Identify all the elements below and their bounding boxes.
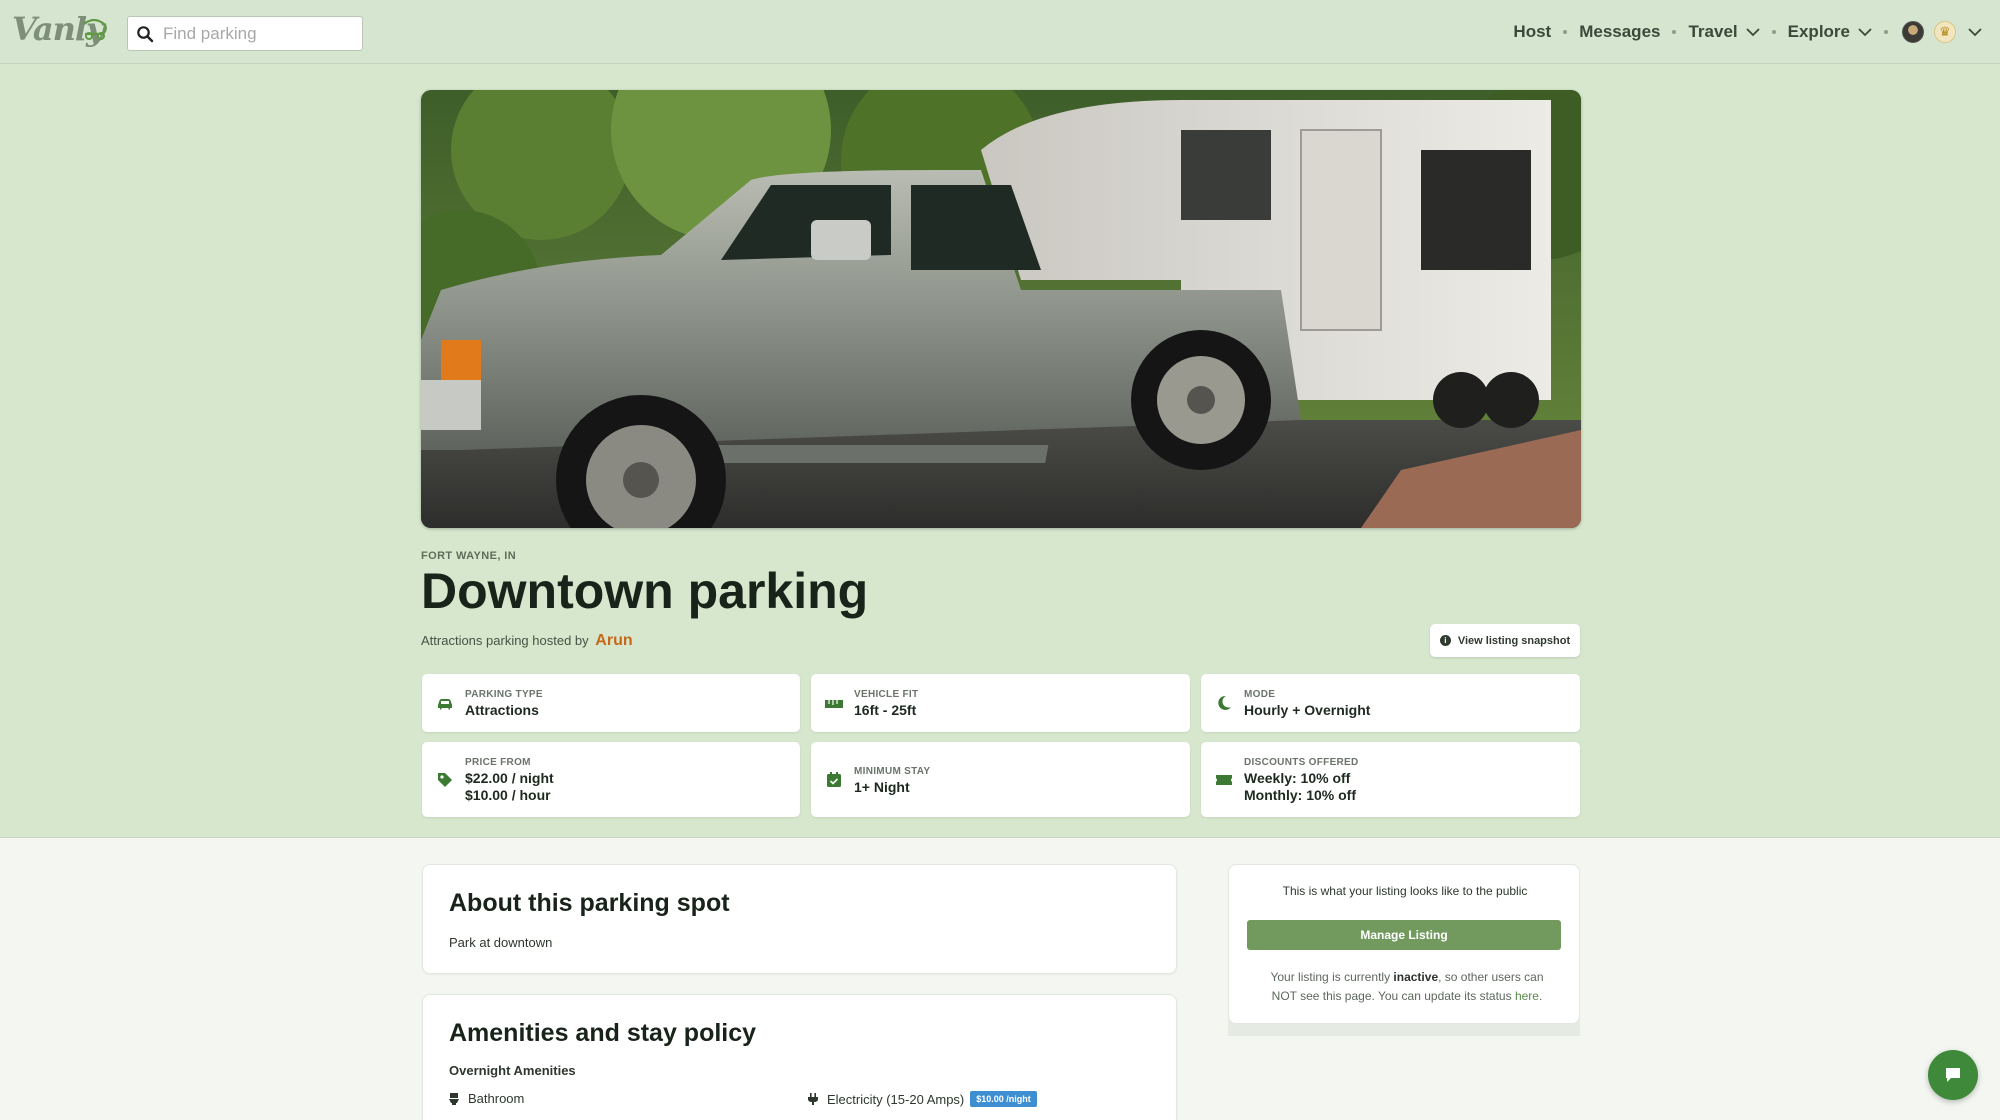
listing-hero-section: FORT WAYNE, IN Downtown parking Attracti…	[0, 64, 2000, 838]
price-card: PRICE FROM $22.00 / night $10.00 / hour	[422, 742, 800, 817]
amenity-electricity-label: Electricity (15-20 Amps)	[827, 1091, 965, 1107]
search-input[interactable]	[163, 17, 358, 50]
about-description: Park at downtown	[449, 935, 553, 950]
hosted-by-text: Attractions parking hosted by	[421, 633, 589, 648]
snapshot-button-label: View listing snapshot	[1457, 634, 1571, 647]
listing-photo[interactable]	[421, 90, 1581, 528]
nav-host[interactable]: Host	[1513, 22, 1551, 42]
mode-card: MODE Hourly + Overnight	[1201, 674, 1580, 732]
status-word: inactive	[1393, 970, 1439, 984]
price-night-value: $22.00 / night	[465, 770, 554, 786]
overnight-amenities-heading: Overnight Amenities	[449, 1063, 576, 1078]
status-end: .	[1538, 989, 1543, 1003]
minimum-stay-label: MINIMUM STAY	[854, 766, 931, 777]
nav-separator	[1563, 30, 1568, 34]
vehicle-fit-label: VEHICLE FIT	[854, 689, 919, 700]
monthly-discount-value: Monthly: 10% off	[1244, 787, 1356, 803]
listing-host-line: Attractions parking hosted by Arun	[421, 632, 633, 650]
nav-travel[interactable]: Travel	[1688, 22, 1760, 42]
minimum-stay-value: 1+ Night	[854, 779, 910, 795]
about-heading: About this parking spot	[449, 889, 730, 917]
amenities-section: Amenities and stay policy Overnight Amen…	[422, 994, 1177, 1120]
about-section: About this parking spot Park at downtown	[422, 864, 1177, 974]
host-name-link[interactable]: Arun	[595, 632, 632, 649]
main-nav: Host Messages Travel Explore ♛	[1513, 0, 1982, 64]
nav-messages[interactable]: Messages	[1579, 22, 1660, 42]
vehicle-fit-card: VEHICLE FIT 16ft - 25ft	[811, 674, 1190, 732]
chat-button[interactable]	[1928, 1050, 1978, 1100]
view-listing-snapshot-button[interactable]: i View listing snapshot	[1430, 624, 1580, 657]
listing-title: Downtown parking	[421, 563, 869, 619]
account-menu-chevron-icon[interactable]	[1968, 27, 1982, 37]
search-box	[127, 16, 363, 51]
price-hour-value: $10.00 / hour	[465, 787, 551, 803]
plug-icon	[808, 1093, 818, 1105]
crown-icon[interactable]: ♛	[1934, 21, 1956, 43]
vanly-logo[interactable]: Vanly	[12, 10, 110, 52]
chevron-down-icon	[1746, 27, 1760, 36]
status-prefix: Your listing is currently	[1270, 970, 1391, 984]
manage-listing-button[interactable]: Manage Listing	[1247, 920, 1561, 950]
nav-separator	[1771, 30, 1776, 34]
chevron-down-icon	[1858, 27, 1872, 36]
tag-icon	[438, 773, 452, 787]
discounts-card: DISCOUNTS OFFERED Weekly: 10% off Monthl…	[1201, 742, 1580, 817]
discounts-label: DISCOUNTS OFFERED	[1244, 757, 1359, 768]
top-navigation-bar: Vanly Host Messages Travel Explore ♛	[0, 0, 2000, 64]
update-status-link[interactable]: here	[1515, 989, 1539, 1003]
moon-icon	[1218, 695, 1231, 710]
nav-travel-label: Travel	[1688, 22, 1738, 41]
amenity-bathroom-label: Bathroom	[468, 1091, 525, 1106]
nav-explore[interactable]: Explore	[1788, 22, 1872, 42]
calendar-icon	[827, 772, 841, 787]
info-icon: i	[1439, 635, 1451, 646]
svg-text:Vanly: Vanly	[12, 10, 107, 48]
listing-status-message: Your listing is currently inactive, so o…	[1257, 968, 1557, 1006]
car-icon	[438, 699, 452, 710]
toilet-icon	[449, 1092, 459, 1105]
parking-type-card: PARKING TYPE Attractions	[422, 674, 800, 732]
listing-location: FORT WAYNE, IN	[421, 550, 517, 562]
nav-separator	[1672, 30, 1677, 34]
amenities-heading: Amenities and stay policy	[449, 1019, 757, 1047]
public-preview-note: This is what your listing looks like to …	[1282, 884, 1528, 898]
user-avatar[interactable]	[1902, 21, 1924, 43]
weekly-discount-value: Weekly: 10% off	[1244, 770, 1351, 786]
amenity-bathroom: Bathroom	[449, 1091, 524, 1106]
price-label: PRICE FROM	[465, 757, 531, 768]
minimum-stay-card: MINIMUM STAY 1+ Night	[811, 742, 1190, 817]
mode-label: MODE	[1244, 689, 1276, 700]
parking-type-label: PARKING TYPE	[465, 689, 543, 700]
ticket-icon	[1216, 775, 1232, 785]
nav-explore-label: Explore	[1787, 22, 1850, 41]
parking-type-value: Attractions	[465, 702, 539, 718]
chat-bubble-icon	[1946, 1068, 1960, 1082]
nav-separator	[1884, 30, 1888, 34]
amenity-price-badge: $10.00 /night	[970, 1091, 1037, 1107]
mode-value: Hourly + Overnight	[1244, 702, 1371, 718]
ruler-icon	[825, 700, 843, 708]
vehicle-fit-value: 16ft - 25ft	[854, 702, 917, 718]
search-icon	[137, 26, 154, 43]
owner-listing-panel: This is what your listing looks like to …	[1228, 864, 1580, 1024]
amenity-electricity: Electricity (15-20 Amps) $10.00 /night	[808, 1091, 1037, 1107]
